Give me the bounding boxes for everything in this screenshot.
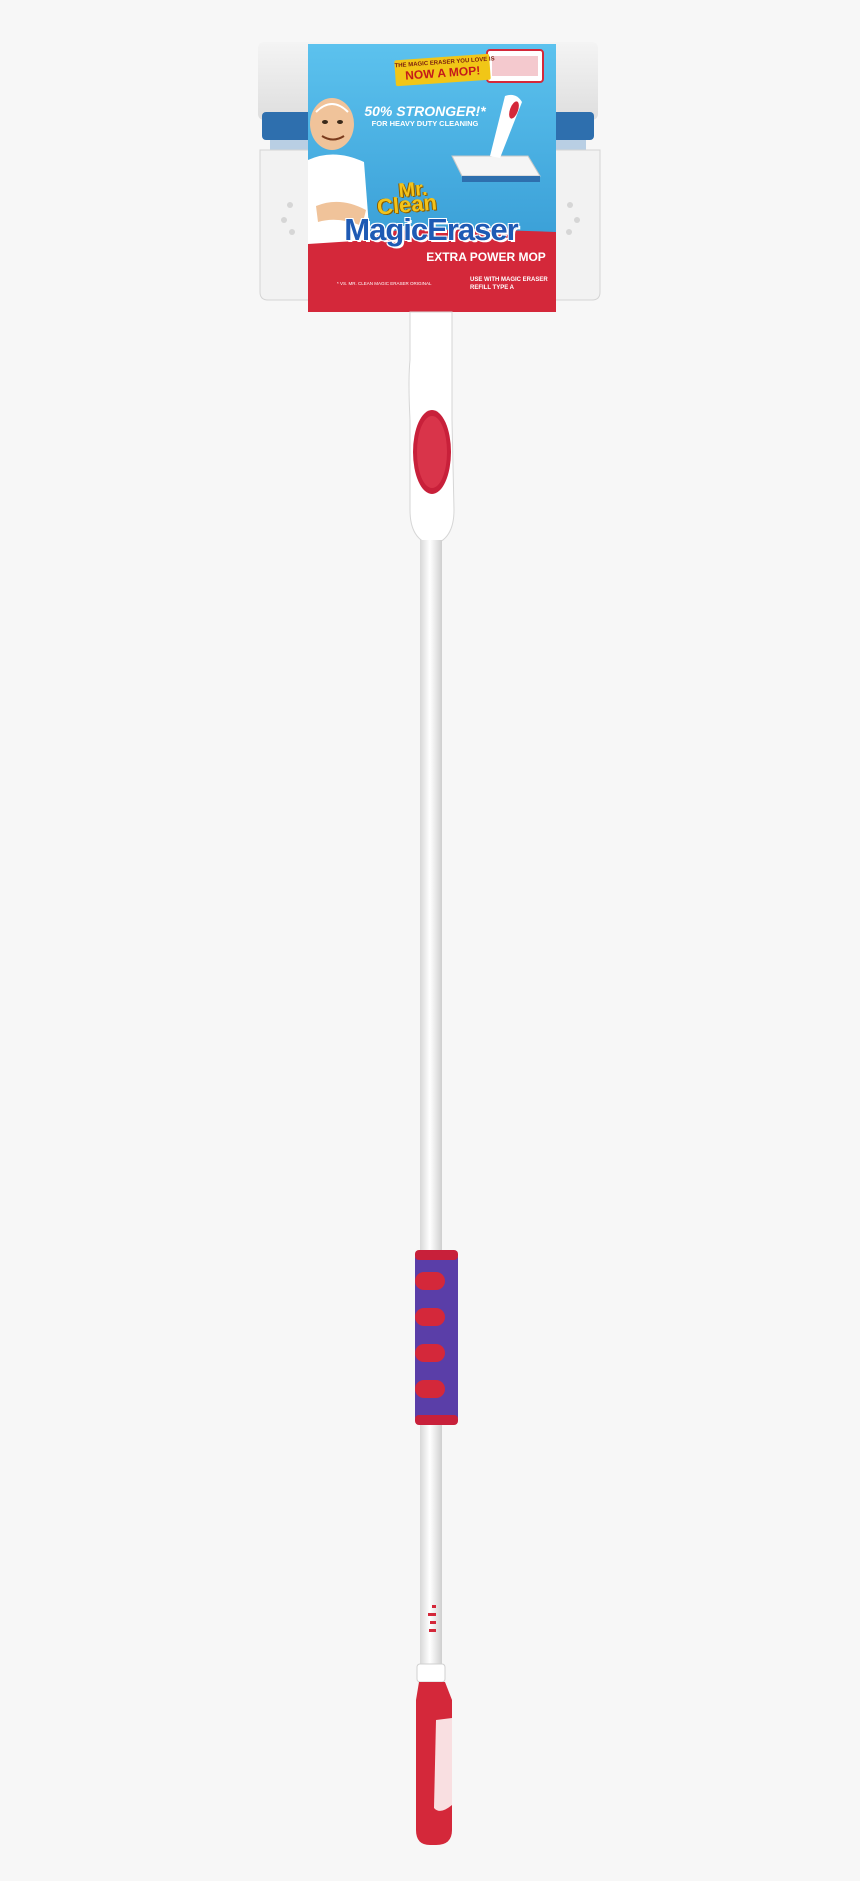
mop-pole [420, 540, 442, 1680]
claim-text: 50% STRONGER!* [364, 103, 486, 119]
footnote: * VS. MR. CLEAN MAGIC ERASER ORIGINAL [337, 281, 432, 286]
handle-end-cap [416, 1663, 452, 1845]
claim-block: 50% STRONGER!* FOR HEAVY DUTY CLEANING [345, 103, 505, 129]
product-photo: THE MAGIC ERASER YOU LOVE IS NOW A MOP! … [0, 0, 860, 1881]
product-name: EXTRA POWER MOP [426, 250, 546, 264]
handle-neck [408, 311, 455, 546]
foam-grip [415, 1250, 458, 1425]
refill-line-2: REFILL TYPE A [470, 285, 515, 291]
brand-magic-eraser: MagicEraser [344, 212, 518, 247]
refill-note: USE WITH MAGIC ERASER REFILL TYPE A [470, 276, 560, 292]
claim-subtext: FOR HEAVY DUTY CLEANING [371, 119, 479, 128]
refill-line-1: USE WITH MAGIC ERASER [470, 277, 548, 283]
